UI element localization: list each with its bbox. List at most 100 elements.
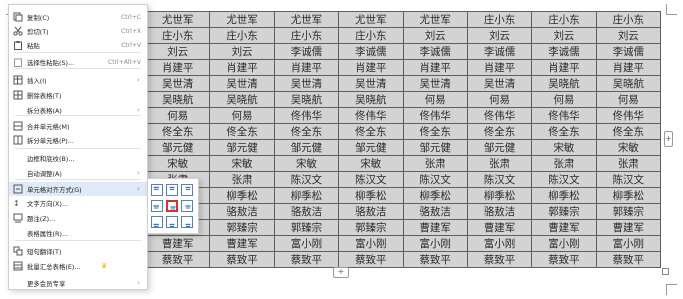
table-cell[interactable]: 刘云 — [466, 27, 533, 44]
table-cell[interactable]: 陈汉文 — [273, 171, 340, 188]
table-cell[interactable]: 陈汉文 — [338, 171, 404, 188]
table-cell[interactable]: 尤世军 — [273, 11, 340, 28]
menu-item[interactable]: 更多会员专享 › — [9, 276, 147, 290]
table-cell[interactable]: 佟全东 — [209, 123, 275, 140]
table-cell[interactable]: 张肃 — [595, 155, 662, 172]
table-cell[interactable]: 柳季松 — [209, 187, 275, 204]
table-cell[interactable]: 刘云 — [531, 27, 597, 44]
table-cell[interactable]: 宋敏 — [595, 139, 662, 156]
table-cell[interactable]: 邹元健 — [144, 139, 211, 156]
table-cell[interactable]: 肖建平 — [466, 59, 533, 76]
table-cell[interactable]: 吴世清 — [402, 75, 468, 92]
table-cell[interactable]: 何易 — [209, 107, 275, 124]
menu-item[interactable]: 拆分单元格(P)... — [9, 133, 147, 147]
table-cell[interactable]: 富小刚 — [273, 235, 340, 252]
table-cell[interactable]: 佟全东 — [273, 123, 340, 140]
table-cell[interactable]: 柳季松 — [402, 187, 468, 204]
table-cell[interactable]: 刘云 — [144, 43, 211, 60]
menu-item[interactable]: 边框和底纹(B)... — [9, 151, 147, 165]
table-cell[interactable]: 张肃 — [531, 155, 597, 172]
table-cell[interactable]: 曹建军 — [595, 219, 662, 236]
table-cell[interactable]: 宋敏 — [144, 155, 211, 172]
table-cell[interactable]: 肖建平 — [338, 59, 404, 76]
table-cell[interactable]: 佟伟华 — [338, 107, 404, 124]
table-cell[interactable]: 宋敏 — [209, 155, 275, 172]
table-cell[interactable]: 佟全东 — [338, 123, 404, 140]
table-cell[interactable]: 富小刚 — [466, 235, 533, 252]
table-cell[interactable]: 佟全东 — [531, 123, 597, 140]
table-cell[interactable]: 李诚儒 — [402, 43, 468, 60]
table-cell[interactable]: 骆敖洁 — [209, 203, 275, 220]
menu-item[interactable]: 选择性粘贴(S)... Ctrl+Alt+V — [9, 55, 147, 69]
table-cell[interactable]: 邹元健 — [402, 139, 468, 156]
menu-item[interactable]: ↕ 文字方向(X)... — [9, 196, 147, 210]
table-cell[interactable]: 庄小东 — [338, 27, 404, 44]
table-cell[interactable]: 佟全东 — [144, 123, 211, 140]
table-cell[interactable]: 佟伟华 — [466, 107, 533, 124]
table-cell[interactable]: 骆敖洁 — [466, 203, 533, 220]
table-cell[interactable]: 肖建平 — [531, 59, 597, 76]
table-cell[interactable]: 郭臻宗 — [209, 219, 275, 236]
table-cell[interactable]: 骆敖洁 — [402, 203, 468, 220]
table-cell[interactable]: 吴晓航 — [531, 75, 597, 92]
table-cell[interactable]: 陈汉文 — [531, 171, 597, 188]
table-cell[interactable]: 何易 — [402, 91, 468, 108]
table-cell[interactable]: 肖建平 — [144, 59, 211, 76]
table-cell[interactable]: 张肃 — [209, 171, 275, 188]
table-cell[interactable]: 曹建军 — [402, 219, 468, 236]
table-cell[interactable]: 宋敏 — [531, 139, 597, 156]
table-cell[interactable]: 吴晓航 — [144, 91, 211, 108]
table-cell[interactable]: 骆敖洁 — [338, 203, 404, 220]
table-cell[interactable]: 尤世军 — [209, 11, 275, 28]
table-cell[interactable]: 郭臻宗 — [531, 203, 597, 220]
menu-item[interactable]: 短句翻译(T) — [9, 244, 147, 258]
align-middle-center-icon[interactable] — [166, 200, 178, 212]
menu-item[interactable]: 粘贴 Ctrl+V — [9, 38, 147, 52]
table-cell[interactable]: 吴晓航 — [209, 91, 275, 108]
table-cell[interactable]: 何易 — [144, 107, 211, 124]
table-cell[interactable]: 郭臻宗 — [273, 219, 340, 236]
table-cell[interactable]: 吴晓航 — [273, 91, 340, 108]
table-cell[interactable]: 富小刚 — [531, 235, 597, 252]
menu-item[interactable]: 复制(C) Ctrl+C — [9, 10, 147, 24]
align-bottom-right-icon[interactable] — [181, 216, 193, 228]
table-cell[interactable]: 吴晓航 — [595, 75, 662, 92]
table-cell[interactable]: 柳季松 — [273, 187, 340, 204]
table-cell[interactable]: 肖建平 — [402, 59, 468, 76]
table-cell[interactable]: 蔡致平 — [595, 251, 662, 268]
table-cell[interactable]: 柳季松 — [531, 187, 597, 204]
table-cell[interactable]: 邹元健 — [338, 139, 404, 156]
table-cell[interactable]: 何易 — [595, 91, 662, 108]
table-cell[interactable]: 邹元健 — [209, 139, 275, 156]
table-cell[interactable]: 蔡致平 — [209, 251, 275, 268]
table-cell[interactable]: 佟伟华 — [531, 107, 597, 124]
menu-item[interactable]: 单元格对齐方式(G) › — [9, 182, 147, 196]
table-cell[interactable]: 李诚儒 — [595, 43, 662, 60]
add-column-button[interactable]: + — [664, 131, 673, 147]
menu-item[interactable]: 删除表格(T) — [9, 88, 147, 102]
table-cell[interactable]: 富小刚 — [595, 235, 662, 252]
align-top-right-icon[interactable] — [181, 184, 193, 196]
table-cell[interactable]: 柳季松 — [466, 187, 533, 204]
table-cell[interactable]: 庄小东 — [209, 27, 275, 44]
table-cell[interactable]: 刘云 — [402, 27, 468, 44]
table-cell[interactable]: 尤世军 — [338, 11, 404, 28]
table-cell[interactable]: 李诚儒 — [338, 43, 404, 60]
table-cell[interactable]: 肖建平 — [595, 59, 662, 76]
table-cell[interactable]: 陈汉文 — [402, 171, 468, 188]
table-cell[interactable]: 张肃 — [466, 155, 533, 172]
table-cell[interactable]: 蔡致平 — [466, 251, 533, 268]
table-cell[interactable]: 佟伟华 — [273, 107, 340, 124]
table-cell[interactable]: 庄小东 — [466, 11, 533, 28]
table-cell[interactable]: 李诚儒 — [531, 43, 597, 60]
align-top-left-icon[interactable] — [151, 184, 163, 196]
table-cell[interactable]: 庄小东 — [531, 11, 597, 28]
table-cell[interactable]: 张肃 — [402, 155, 468, 172]
align-top-center-icon[interactable] — [166, 184, 178, 196]
table-cell[interactable]: 庄小东 — [595, 11, 662, 28]
table-cell[interactable]: 陈汉文 — [595, 171, 662, 188]
menu-item[interactable]: 剪切(T) Ctrl+X — [9, 24, 147, 38]
menu-item[interactable]: 批量汇总表格(E)... ♛ — [9, 259, 147, 273]
table-cell[interactable]: 郭臻宗 — [338, 219, 404, 236]
menu-item[interactable]: 插入(I) › — [9, 73, 147, 87]
